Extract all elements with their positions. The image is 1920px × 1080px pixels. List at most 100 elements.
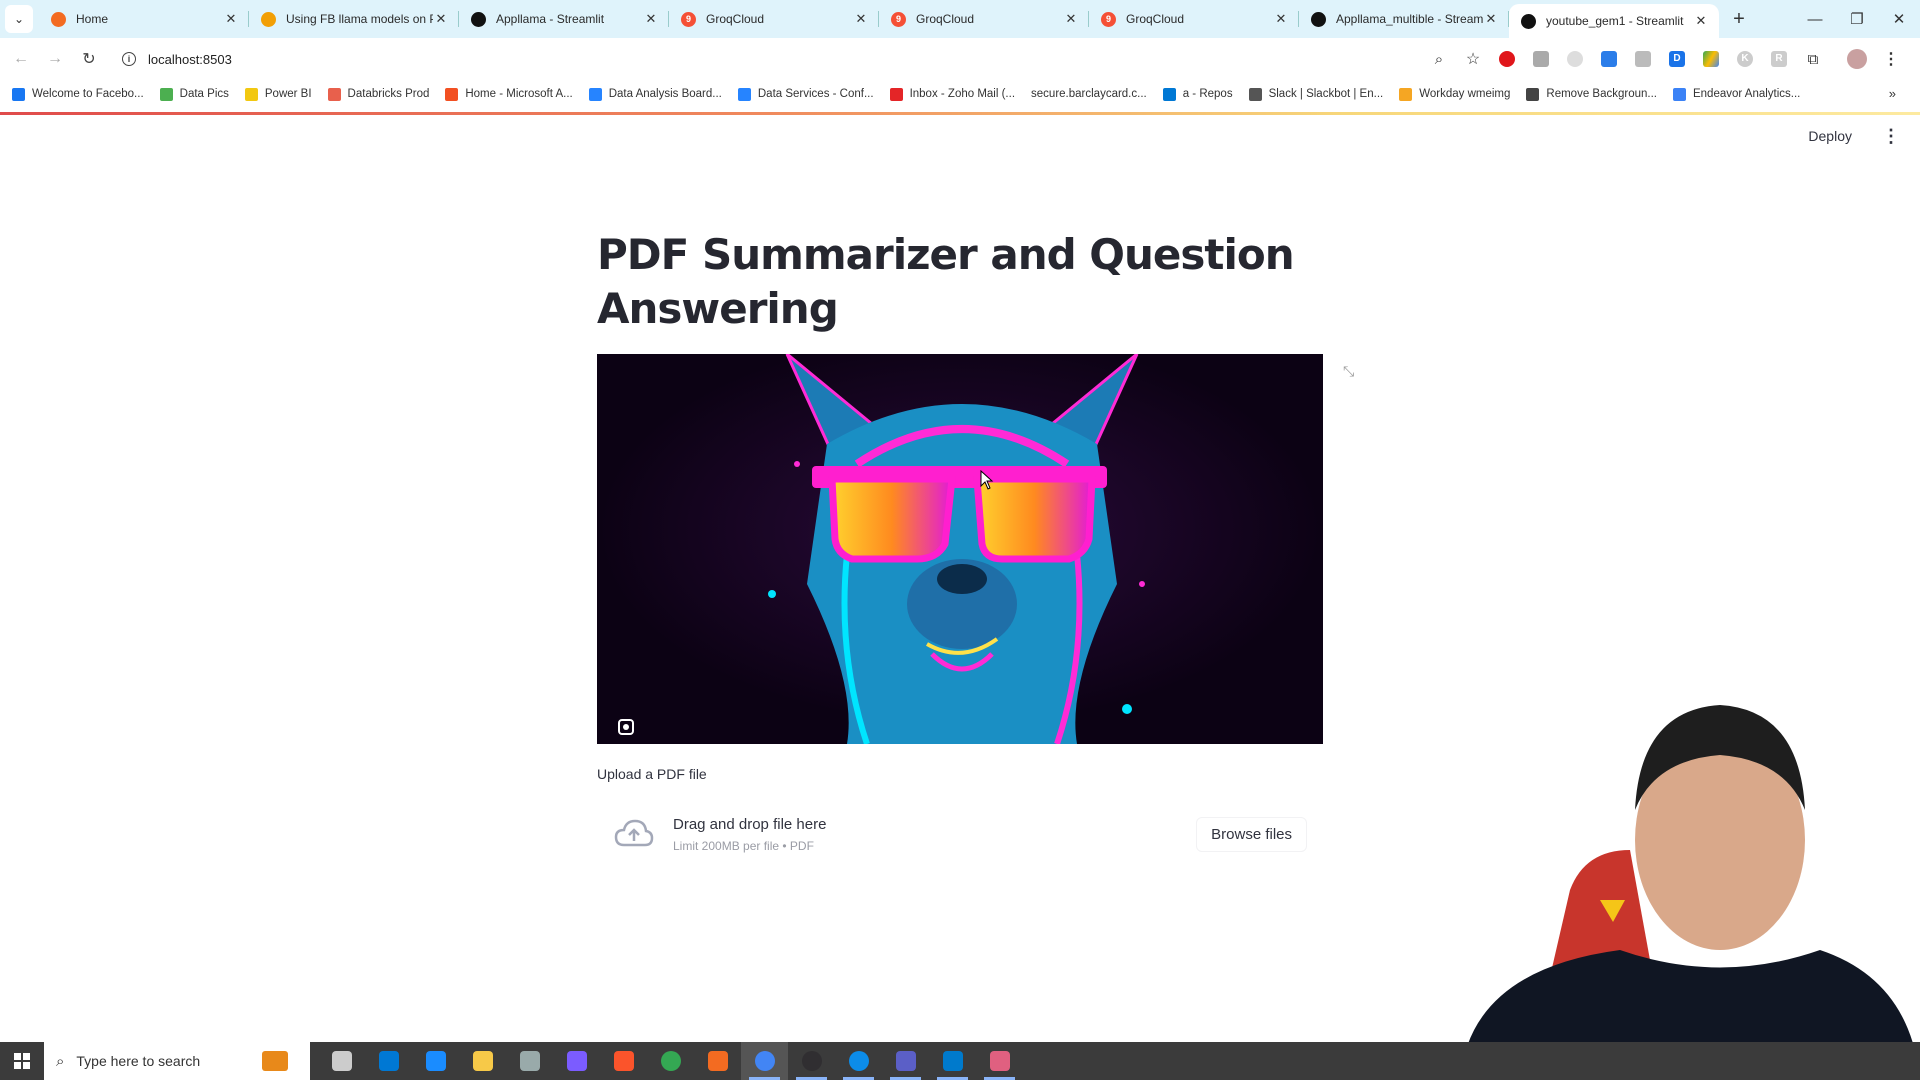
bookmark-star-icon[interactable]: ☆ (1456, 38, 1490, 80)
fullscreen-icon[interactable]: ⤡ (1343, 363, 1354, 380)
bookmark-label: Data Pics (179, 88, 229, 100)
main-menu-icon[interactable]: ⋮ (1882, 126, 1900, 147)
taskbar-app-mail[interactable] (412, 1042, 459, 1080)
opera-extension-icon[interactable] (1490, 38, 1524, 80)
tag-extension-icon[interactable] (1592, 38, 1626, 80)
bookmark-item[interactable]: a - Repos (1162, 87, 1233, 101)
llama-image (597, 354, 1323, 744)
close-tab-icon[interactable]: ✕ (853, 11, 869, 27)
bookmark-favicon-icon (1399, 87, 1413, 101)
tab-search-button[interactable]: ⌄ (5, 5, 33, 33)
taskbar-app-obs[interactable] (788, 1042, 835, 1080)
d-extension-icon[interactable]: D (1660, 38, 1694, 80)
taskbar-app-teams[interactable] (882, 1042, 929, 1080)
bookmark-item[interactable]: Endeavor Analytics... (1672, 87, 1800, 101)
browser-tab[interactable]: youtube_gem1 - Streamlit ✕ (1509, 4, 1719, 38)
tab-strip: ⌄ Home ✕ Using FB llama models on PD ✕ Appll… (0, 0, 1920, 38)
minimize-button[interactable]: — (1794, 0, 1836, 38)
start-button[interactable] (0, 1042, 44, 1080)
url-text[interactable]: localhost:8503 (148, 52, 232, 67)
taskbar-app-edge[interactable] (835, 1042, 882, 1080)
extension-icon[interactable] (1558, 38, 1592, 80)
taskbar-app-task-view[interactable] (318, 1042, 365, 1080)
k-extension-icon[interactable]: K (1728, 38, 1762, 80)
bookmark-favicon-icon (12, 87, 25, 101)
windows-taskbar: ⌕ Type here to search (0, 1042, 1920, 1080)
copilot-icon (566, 1051, 587, 1071)
deploy-button[interactable]: Deploy (1808, 128, 1852, 144)
close-tab-icon[interactable]: ✕ (643, 11, 659, 27)
taskbar-search[interactable]: ⌕ Type here to search (44, 1042, 310, 1080)
search-icon: ⌕ (56, 1052, 65, 1070)
taskbar-app-microsoft-store[interactable] (365, 1042, 412, 1080)
browser-tab[interactable]: 9 GroqCloud ✕ (1089, 0, 1299, 38)
taskbar-app-snipping-tool[interactable] (976, 1042, 1023, 1080)
bookmark-item[interactable]: Welcome to Facebo... (12, 87, 144, 101)
browser-toolbar: ← → ↻ i localhost:8503 ⌕ ☆ D K R ⧉ ⋮ (0, 38, 1920, 80)
camera-extension-icon[interactable] (1524, 38, 1558, 80)
bookmark-item[interactable]: Power BI (244, 87, 312, 101)
bookmark-item[interactable]: Slack | Slackbot | En... (1248, 87, 1383, 101)
bookmark-favicon-icon (737, 87, 751, 101)
bookmark-favicon-icon (445, 87, 459, 101)
taskbar-app-chrome[interactable] (647, 1042, 694, 1080)
taskbar-app-app[interactable] (506, 1042, 553, 1080)
bookmark-item[interactable]: Workday wmeimg (1399, 87, 1510, 101)
chrome-icon (660, 1051, 681, 1071)
close-tab-icon[interactable]: ✕ (433, 11, 449, 27)
bookmark-label: Remove Backgroun... (1546, 88, 1657, 100)
google-drive-icon[interactable] (1694, 38, 1728, 80)
new-tab-button[interactable]: + (1725, 8, 1753, 31)
bookmark-item[interactable]: Home - Microsoft A... (445, 87, 573, 101)
browser-tab[interactable]: 9 GroqCloud ✕ (879, 0, 1089, 38)
briefcase-icon[interactable] (262, 1051, 288, 1071)
task-view-icon (331, 1051, 352, 1071)
taskbar-app-brave[interactable] (600, 1042, 647, 1080)
grey-extension-icon[interactable] (1626, 38, 1660, 80)
close-window-button[interactable]: ✕ (1878, 0, 1920, 38)
bookmark-item[interactable]: Inbox - Zoho Mail (... (889, 87, 1015, 101)
bookmark-item[interactable]: secure.barclaycard.c... (1031, 88, 1147, 100)
bookmarks-overflow-button[interactable]: » (1889, 86, 1896, 101)
extensions-puzzle-icon[interactable]: ⧉ (1796, 38, 1830, 80)
taskbar-app-file-explorer[interactable] (459, 1042, 506, 1080)
taskbar-app-copilot[interactable] (553, 1042, 600, 1080)
tab-title: Home (76, 12, 109, 26)
zoom-icon[interactable]: ⌕ (1422, 38, 1456, 80)
taskbar-app-chrome-active[interactable] (741, 1042, 788, 1080)
browser-tab[interactable]: Appllama_multible - Streamlit ✕ (1299, 0, 1509, 38)
restore-button[interactable]: ❐ (1836, 0, 1878, 38)
tab-title: youtube_gem1 - Streamlit (1546, 14, 1684, 28)
llama-illustration (597, 354, 1323, 744)
forward-button[interactable]: → (38, 50, 72, 68)
bookmark-item[interactable]: Remove Backgroun... (1526, 87, 1657, 101)
page-load-bar (0, 112, 1920, 115)
address-bar[interactable]: i localhost:8503 (112, 44, 232, 74)
browser-tab[interactable]: 9 GroqCloud ✕ (669, 0, 879, 38)
browse-files-button[interactable]: Browse files (1196, 816, 1307, 852)
close-tab-icon[interactable]: ✕ (1693, 13, 1709, 29)
back-button[interactable]: ← (4, 50, 38, 68)
taskbar-app-app-orange[interactable] (694, 1042, 741, 1080)
reload-button[interactable]: ↻ (72, 49, 106, 69)
browser-tab[interactable]: Using FB llama models on PD ✕ (249, 0, 459, 38)
browser-tab[interactable]: Home ✕ (39, 0, 249, 38)
bookmark-item[interactable]: Data Services - Conf... (737, 87, 874, 101)
chrome-menu-icon[interactable]: ⋮ (1874, 38, 1908, 80)
close-tab-icon[interactable]: ✕ (1273, 11, 1289, 27)
bookmark-item[interactable]: Databricks Prod (327, 87, 429, 101)
r-extension-icon[interactable]: R (1762, 38, 1796, 80)
bookmark-item[interactable]: Data Analysis Board... (588, 87, 722, 101)
browser-tab[interactable]: Appllama - Streamlit ✕ (459, 0, 669, 38)
main-content: PDF Summarizer and Question Answering Up… (597, 228, 1323, 872)
file-dropzone[interactable]: Drag and drop file here Limit 200MB per … (597, 796, 1323, 872)
taskbar-app-vscode[interactable] (929, 1042, 976, 1080)
bookmark-favicon-icon (1162, 87, 1176, 101)
close-tab-icon[interactable]: ✕ (1483, 11, 1499, 27)
profile-avatar[interactable] (1840, 38, 1874, 80)
site-info-icon[interactable]: i (122, 52, 136, 66)
bookmark-item[interactable]: Data Pics (159, 87, 229, 101)
close-tab-icon[interactable]: ✕ (223, 11, 239, 27)
close-tab-icon[interactable]: ✕ (1063, 11, 1079, 27)
streamlit-crown-icon (471, 11, 486, 27)
